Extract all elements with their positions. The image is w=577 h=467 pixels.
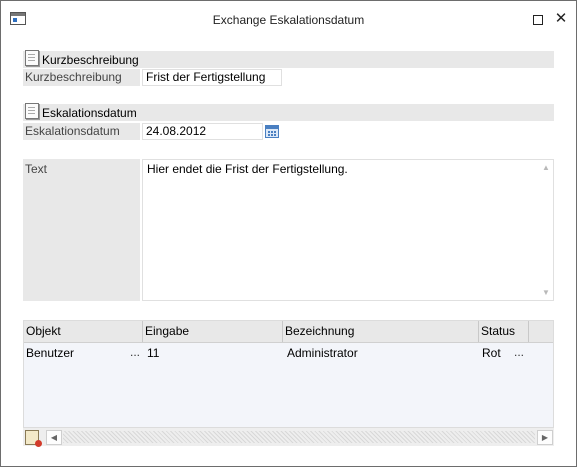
vertical-scrollbar[interactable]: ▲ ▼ xyxy=(538,160,553,300)
ellipsis-button[interactable]: ... xyxy=(130,343,140,363)
window-title: Exchange Eskalationsdatum xyxy=(212,13,365,27)
text-content: Hier endet die Frist der Fertigstellung. xyxy=(147,162,348,176)
cell-eingabe[interactable]: 11 xyxy=(145,343,275,363)
scroll-left-icon[interactable]: ◀ xyxy=(46,430,62,445)
grid-settings-icon[interactable] xyxy=(25,430,42,447)
close-button[interactable]: ✕ xyxy=(550,9,572,29)
dialog-window: Exchange Eskalationsdatum ✕ Kurzbeschrei… xyxy=(0,0,577,467)
maximize-button[interactable] xyxy=(527,9,549,29)
grid-header: Objekt Eingabe Bezeichnung Status xyxy=(24,321,553,343)
section-header-short-description: Kurzbeschreibung xyxy=(23,50,554,68)
horizontal-scrollbar[interactable]: ◀ ▶ xyxy=(23,427,554,447)
escalation-date-input[interactable]: 24.08.2012 xyxy=(142,123,263,140)
scroll-down-icon[interactable]: ▼ xyxy=(542,288,550,297)
cell-bezeichnung[interactable]: Administrator xyxy=(285,343,475,363)
cell-status[interactable]: Rot xyxy=(480,343,510,363)
section-title: Kurzbeschreibung xyxy=(42,53,139,67)
text-area[interactable]: Hier endet die Frist der Fertigstellung.… xyxy=(142,159,554,301)
title-bar: Exchange Eskalationsdatum ✕ xyxy=(1,1,576,37)
column-header-eingabe[interactable]: Eingabe xyxy=(143,321,283,342)
section-header-escalation-date: Eskalationsdatum xyxy=(23,103,554,121)
date-picker-button[interactable] xyxy=(264,124,279,138)
scroll-track[interactable] xyxy=(63,431,535,443)
maximize-icon xyxy=(533,15,543,25)
close-icon: ✕ xyxy=(554,10,568,27)
column-header-objekt[interactable]: Objekt xyxy=(24,321,143,342)
scroll-up-icon[interactable]: ▲ xyxy=(542,163,550,172)
column-header-bezeichnung[interactable]: Bezeichnung xyxy=(283,321,479,342)
short-description-label: Kurzbeschreibung xyxy=(23,69,140,86)
column-header-status[interactable]: Status xyxy=(479,321,529,342)
cell-objekt[interactable]: Benutzer xyxy=(24,343,124,363)
text-label: Text xyxy=(23,159,140,301)
document-icon xyxy=(25,50,39,66)
table-row[interactable]: Benutzer ... 11 Administrator Rot ... xyxy=(24,343,553,363)
document-icon xyxy=(25,103,39,119)
scroll-right-icon[interactable]: ▶ xyxy=(537,430,553,445)
escalation-date-label: Eskalationsdatum xyxy=(23,123,140,140)
ellipsis-button[interactable]: ... xyxy=(514,343,524,363)
calendar-icon xyxy=(265,125,279,138)
short-description-input[interactable]: Frist der Fertigstellung xyxy=(142,69,282,86)
section-title: Eskalationsdatum xyxy=(42,106,137,120)
